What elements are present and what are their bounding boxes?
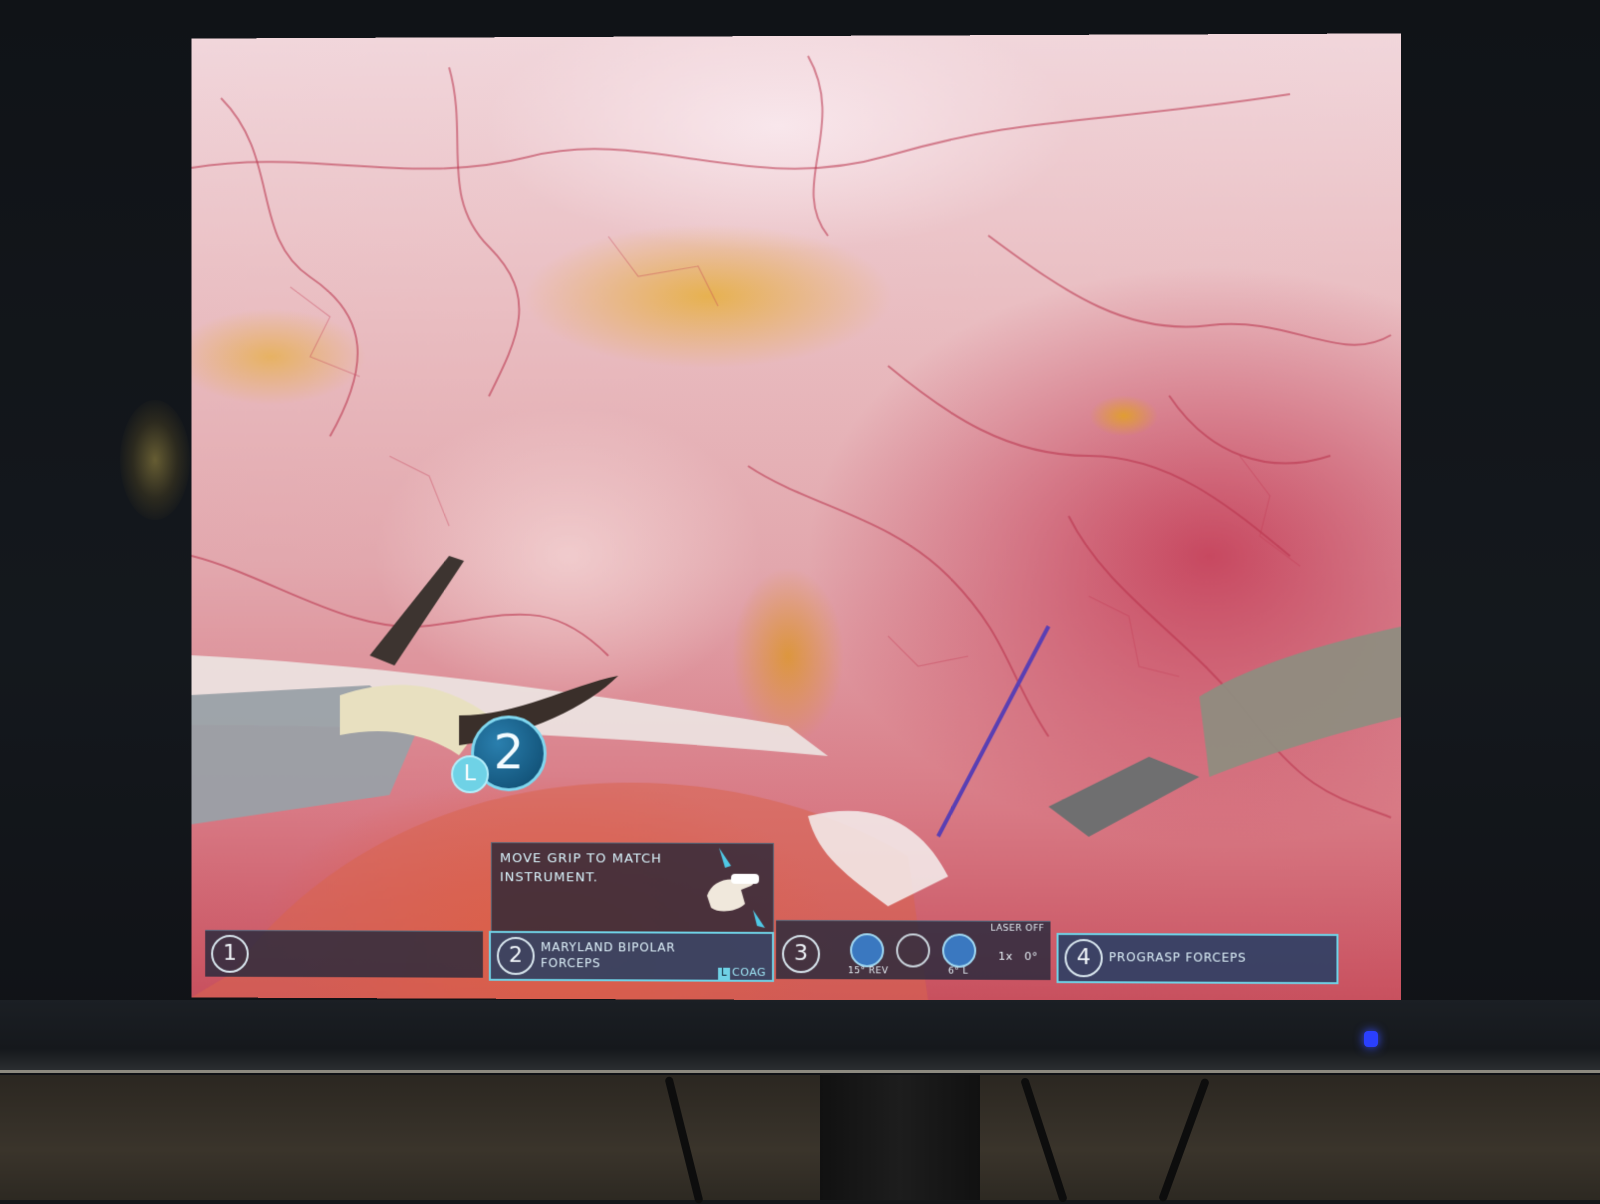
arm-3-number: 3	[782, 934, 821, 974]
arm-2-label: MARYLAND BIPOLAR FORCEPS	[540, 940, 676, 971]
monitor-bottom-bezel	[0, 1000, 1600, 1073]
instrument-side: L	[463, 761, 477, 787]
endoscope-view: 2 L MOVE GRIP TO MATCH INSTRUMENT. 1 2 M…	[191, 33, 1402, 1003]
arm-3-camera-panel[interactable]: 3 LASER OFF 15° REV 6° L 1x 0°	[776, 919, 1051, 981]
arm-4-label: PROGRASP FORCEPS	[1108, 950, 1247, 965]
grip-hint-text: MOVE GRIP TO MATCH INSTRUMENT.	[499, 851, 662, 886]
power-led-icon	[1364, 1031, 1378, 1047]
right-scope-icon	[942, 933, 977, 968]
arm-1-number: 1	[211, 934, 249, 973]
left-scope-icon	[850, 933, 885, 968]
camera-rotation: 0°	[1024, 949, 1038, 963]
energy-status: L COAG	[718, 966, 766, 980]
crosshair-icon	[896, 933, 931, 968]
energy-side: L	[718, 967, 731, 980]
instrument-number: 2	[493, 724, 524, 781]
energy-mode: COAG	[732, 965, 767, 979]
arm-4-number: 4	[1064, 938, 1103, 978]
grip-hint-box: MOVE GRIP TO MATCH INSTRUMENT.	[490, 842, 775, 933]
arm-2-number: 2	[496, 936, 535, 975]
arm-2-panel[interactable]: 2 MARYLAND BIPOLAR FORCEPS L COAG	[488, 930, 775, 982]
monitor-stand	[820, 1075, 980, 1200]
right-scope-angle: 6° L	[948, 966, 969, 977]
room-light-reflection	[120, 400, 190, 520]
hand-grip-icon	[707, 848, 766, 929]
instrument-side-tag: L	[451, 755, 489, 794]
tissue-vessels	[191, 55, 1402, 1001]
left-scope-angle: 15° REV	[848, 966, 889, 977]
zoom-level: 1x	[998, 949, 1013, 963]
arm-4-panel[interactable]: 4 PROGRASP FORCEPS	[1056, 932, 1339, 985]
instrument-status-bar: 1 2 MARYLAND BIPOLAR FORCEPS L COAG 3 LAS…	[205, 919, 1385, 1003]
laser-status: LASER OFF	[990, 923, 1045, 934]
background-wall	[0, 1075, 1600, 1200]
arm-1-panel[interactable]: 1	[205, 929, 483, 978]
